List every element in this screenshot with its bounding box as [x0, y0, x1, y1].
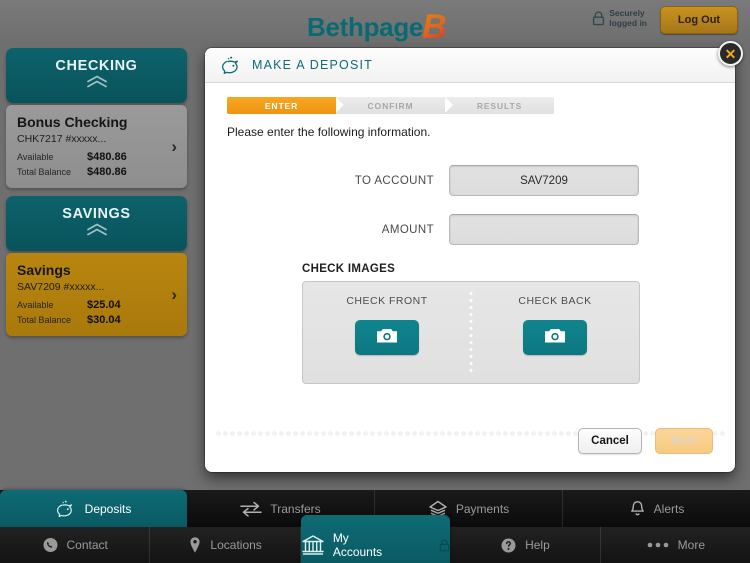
map-pin-icon	[188, 536, 202, 554]
chevron-double-up-icon	[85, 75, 109, 93]
step-enter[interactable]: ENTER	[227, 97, 344, 114]
nav-label: Deposits	[84, 501, 132, 516]
instruction-text: Please enter the following information.	[227, 125, 431, 139]
camera-icon	[543, 326, 567, 350]
secure-line-2: logged in	[609, 18, 647, 28]
step-confirm: CONFIRM	[336, 97, 453, 114]
phone-icon	[42, 537, 59, 554]
nav-item-my-accounts[interactable]: My Accounts	[300, 515, 451, 563]
account-card-savings[interactable]: Savings SAV7209 #xxxxx... Available $25.…	[6, 253, 187, 336]
nav-item-locations[interactable]: Locations	[150, 527, 301, 563]
group-title-checking: CHECKING	[55, 58, 138, 74]
close-icon[interactable]: ✕	[718, 41, 743, 66]
modal-header: MAKE A DEPOSIT	[205, 48, 735, 83]
nav-item-alerts[interactable]: Alerts	[563, 490, 750, 527]
nav-item-help[interactable]: Help	[450, 527, 601, 563]
app-root: BethpageB Securely logged in Log Out CHE…	[0, 0, 750, 563]
logo-text: Bethpage	[307, 12, 424, 42]
check-back-section: CHECK BACK	[471, 282, 639, 383]
account-number: CHK7217 #xxxxx...	[17, 133, 107, 145]
nav-label: Payments	[455, 501, 510, 516]
step-breadcrumb: ENTER CONFIRM RESULTS	[227, 97, 713, 114]
amount-row: AMOUNT	[227, 214, 713, 245]
logout-button[interactable]: Log Out	[660, 6, 738, 34]
make-a-deposit-modal: MAKE A DEPOSIT ENTER CONFIRM RESULTS Ple…	[205, 48, 735, 472]
modal-actions: Cancel Next	[578, 428, 713, 454]
amount-input[interactable]	[449, 214, 639, 245]
nav-label: Help	[525, 538, 550, 552]
total-balance-value: $480.86	[87, 166, 127, 178]
step-results: RESULTS	[445, 97, 554, 114]
nav-label: Contact	[66, 538, 108, 552]
available-value: $480.86	[87, 151, 127, 163]
lock-icon	[592, 10, 605, 26]
secure-line-1: Securely	[609, 8, 645, 18]
to-account-select[interactable]: SAV7209	[449, 165, 639, 196]
accounts-sidebar: CHECKING Bonus Checking CHK7217 #xxxxx..…	[6, 48, 187, 336]
ellipsis-icon	[646, 541, 670, 549]
bethpage-logo: BethpageB	[307, 6, 447, 46]
check-images-panel: CHECK FRONT CHECK BACK	[302, 281, 640, 384]
secure-status: Securely logged in	[592, 8, 647, 28]
modal-title: MAKE A DEPOSIT	[252, 58, 373, 72]
group-title-savings: SAVINGS	[62, 206, 131, 222]
sidebar-group-savings[interactable]: SAVINGS	[6, 196, 187, 251]
check-back-label: CHECK BACK	[518, 295, 592, 307]
piggy-bank-icon	[56, 500, 77, 518]
nav-item-deposits[interactable]: Deposits	[0, 490, 187, 527]
total-balance-label: Total Balance	[17, 167, 72, 177]
check-back-camera-button[interactable]	[523, 320, 587, 355]
cancel-button[interactable]: Cancel	[578, 428, 642, 454]
chevron-right-icon[interactable]: ›	[171, 285, 177, 305]
check-front-camera-button[interactable]	[355, 320, 419, 355]
total-balance-label: Total Balance	[17, 315, 72, 325]
nav-item-contact[interactable]: Contact	[0, 527, 151, 563]
next-button[interactable]: Next	[655, 428, 713, 454]
app-header: BethpageB Securely logged in Log Out	[0, 0, 750, 46]
nav-label: Transfers	[270, 501, 321, 516]
chevron-right-icon[interactable]: ›	[171, 137, 177, 157]
nav-label: My Accounts	[332, 531, 383, 559]
chevron-double-up-icon	[85, 223, 109, 241]
piggy-bank-icon	[221, 56, 243, 75]
camera-icon	[375, 326, 399, 350]
transfer-arrows-icon	[240, 501, 263, 517]
to-account-label: TO ACCOUNT	[354, 174, 434, 187]
account-card-checking[interactable]: Bonus Checking CHK7217 #xxxxx... Availab…	[6, 105, 187, 188]
sidebar-group-checking[interactable]: CHECKING	[6, 48, 187, 103]
perforation-divider	[468, 290, 474, 375]
check-front-section: CHECK FRONT	[303, 282, 471, 383]
secondary-nav: Contact Locations My Accounts Help More	[0, 515, 750, 563]
account-name: Savings	[17, 262, 71, 278]
bell-icon	[629, 500, 646, 518]
lock-icon	[439, 539, 450, 552]
available-label: Available	[17, 300, 54, 310]
nav-label: Alerts	[653, 501, 685, 516]
bank-icon	[301, 534, 325, 556]
nav-label: Locations	[210, 538, 262, 552]
check-front-label: CHECK FRONT	[346, 295, 428, 307]
to-account-row: TO ACCOUNT SAV7209	[227, 165, 713, 196]
account-name: Bonus Checking	[17, 114, 128, 130]
nav-item-more[interactable]: More	[601, 527, 750, 563]
total-balance-value: $30.04	[87, 314, 121, 326]
nav-label: More	[677, 538, 705, 552]
available-label: Available	[17, 152, 54, 162]
check-images-title: CHECK IMAGES	[302, 263, 396, 275]
account-number: SAV7209 #xxxxx...	[17, 281, 105, 293]
modal-body: ENTER CONFIRM RESULTS Please enter the f…	[205, 83, 735, 472]
logo-mark: B	[422, 8, 447, 46]
amount-label: AMOUNT	[381, 223, 434, 236]
available-value: $25.04	[87, 299, 121, 311]
question-icon	[500, 537, 517, 554]
